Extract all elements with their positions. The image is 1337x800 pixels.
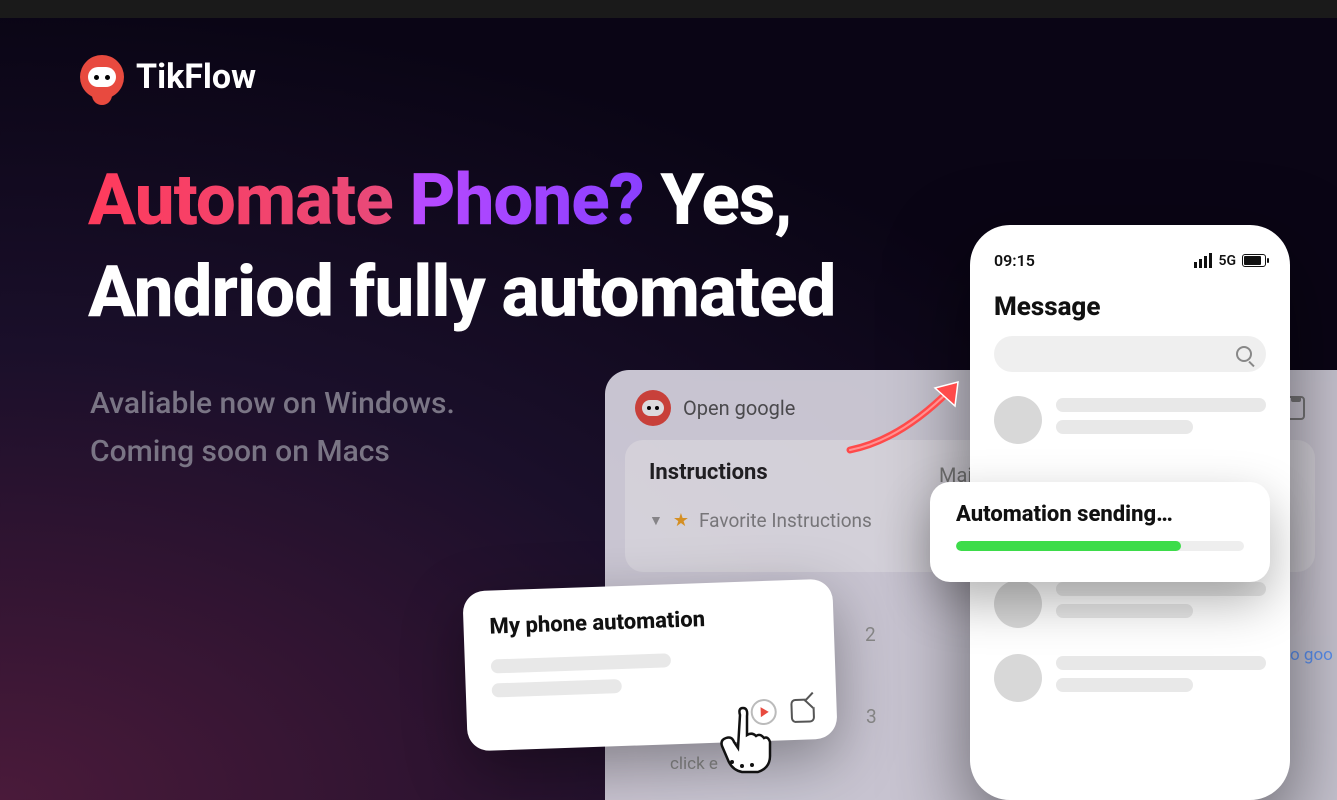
signal-bars-icon: [1194, 253, 1212, 268]
step-number-3: 3: [866, 705, 877, 728]
avatar: [994, 396, 1042, 444]
skeleton-line: [491, 653, 671, 673]
app-logo-icon: [635, 390, 671, 426]
automation-sending-popup: Automation sending…: [930, 482, 1270, 582]
hero-headline: Automate Phone? Yes, Andriod fully autom…: [88, 155, 835, 340]
pointer-hand-icon: [710, 700, 780, 780]
hero-subhead: Avaliable now on Windows. Coming soon on…: [90, 380, 455, 476]
subhead-line1: Avaliable now on Windows.: [90, 380, 455, 428]
avatar: [994, 580, 1042, 628]
progress-fill: [956, 541, 1181, 551]
phone-screen-title: Message: [994, 292, 1266, 322]
link-fragment: o goo: [1290, 645, 1333, 665]
app-header-text: Open google: [683, 396, 795, 420]
brand-name: TikFlow: [136, 57, 256, 97]
avatar: [994, 654, 1042, 702]
caret-down-icon: ▼: [649, 512, 663, 529]
step-number-2: 2: [865, 623, 876, 646]
curved-arrow-icon: [840, 370, 980, 460]
brand-logo-icon: [80, 55, 124, 99]
brand-logo-area: TikFlow: [80, 55, 256, 99]
subhead-line2: Coming soon on Macs: [90, 428, 455, 476]
headline-yes: Yes,: [660, 159, 791, 242]
edit-icon[interactable]: [790, 698, 815, 723]
progress-bar: [956, 541, 1244, 551]
message-item[interactable]: [994, 396, 1266, 444]
star-icon: ★: [673, 510, 689, 531]
message-item[interactable]: [994, 654, 1266, 702]
card-title: My phone automation: [489, 603, 808, 639]
battery-icon: [1242, 254, 1266, 267]
favorite-label: Favorite Instructions: [699, 509, 872, 532]
headline-automate: Automate: [88, 159, 393, 242]
headline-phone: Phone?: [409, 159, 643, 242]
message-item[interactable]: [994, 580, 1266, 628]
search-pill[interactable]: [994, 336, 1266, 372]
phone-status-bar: 09:15 5G: [994, 251, 1266, 270]
window-top-bar: [0, 0, 1337, 18]
phone-time: 09:15: [994, 251, 1035, 270]
skeleton-line: [492, 679, 622, 698]
popup-title: Automation sending…: [956, 502, 1244, 527]
network-label: 5G: [1218, 253, 1236, 269]
my-phone-automation-card[interactable]: My phone automation: [462, 579, 837, 752]
headline-line2: Andriod fully automated: [88, 251, 835, 334]
search-icon: [1236, 346, 1252, 362]
